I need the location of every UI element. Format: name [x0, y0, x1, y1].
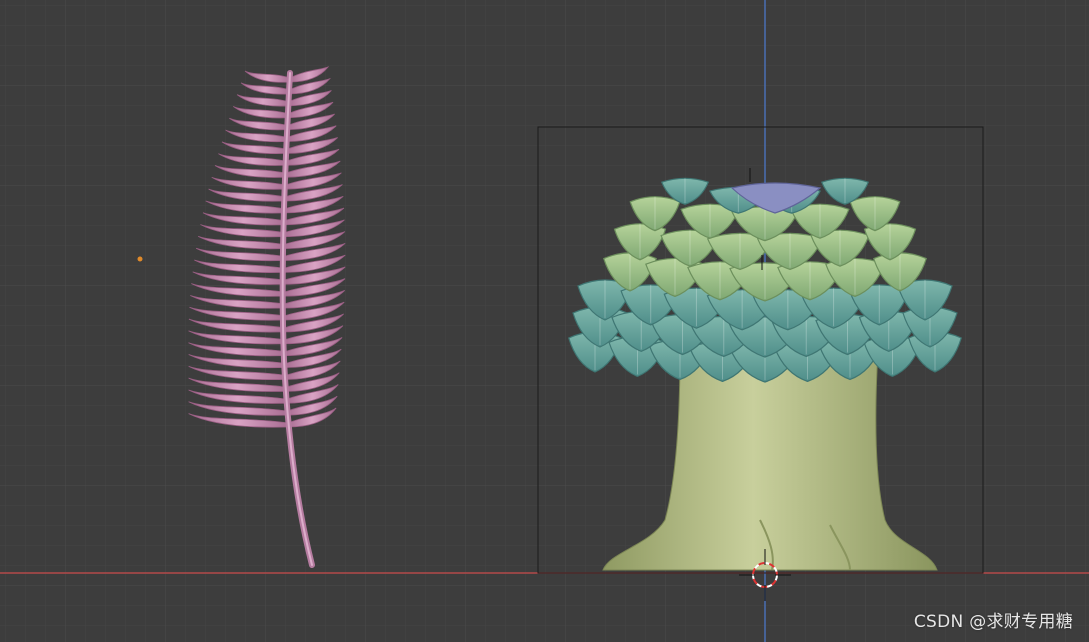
viewport-canvas[interactable] [0, 0, 1089, 642]
3d-viewport[interactable]: CSDN @求财专用糖 [0, 0, 1089, 642]
origin-point-icon[interactable] [137, 256, 143, 262]
watermark-text: CSDN @求财专用糖 [913, 612, 1073, 632]
